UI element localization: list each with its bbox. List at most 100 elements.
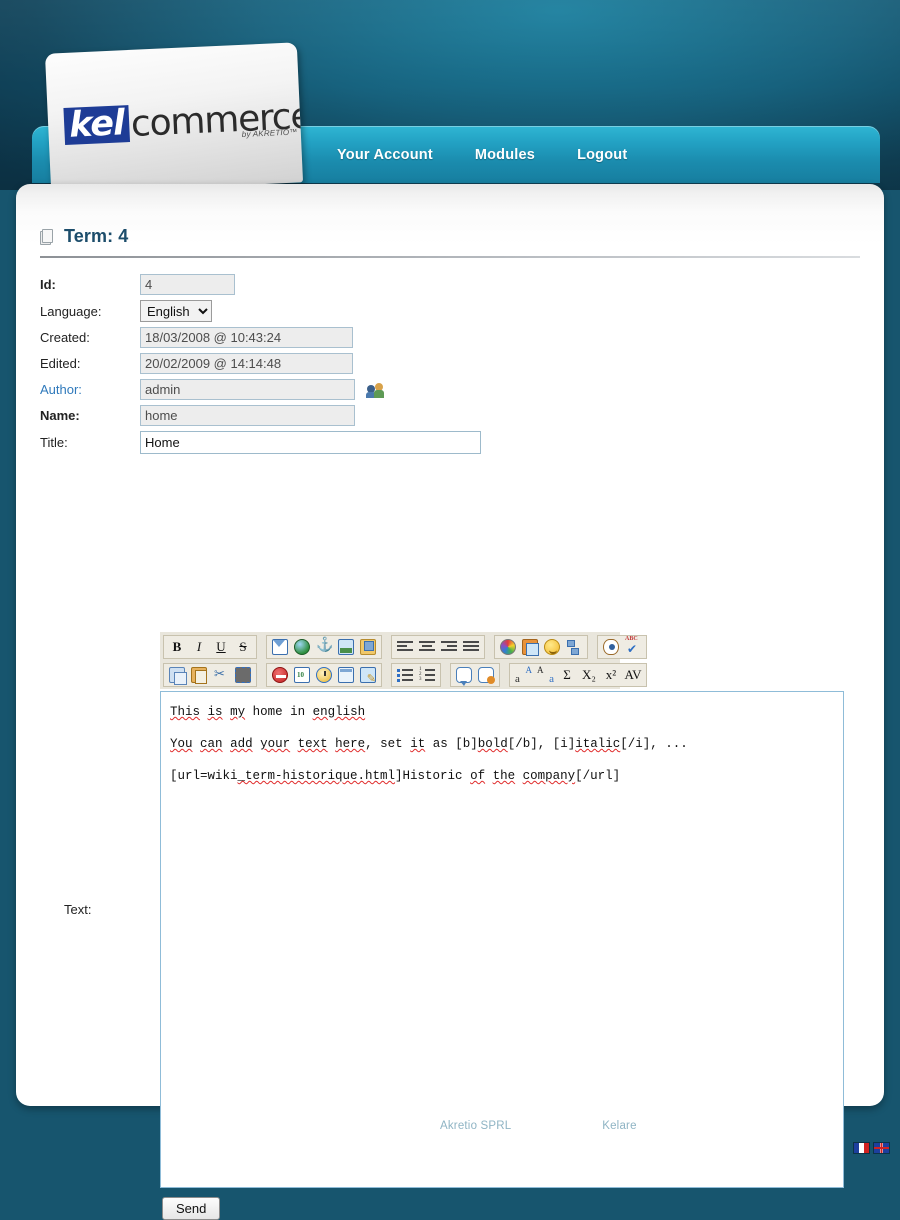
save-file-icon[interactable] (358, 637, 378, 657)
footer-sep-2: - (520, 1120, 524, 1132)
align-center-icon[interactable] (417, 637, 437, 657)
editor-toolbar: B I U S (160, 632, 620, 689)
toolbar-group-special (266, 663, 382, 687)
field-row-created: Created: (40, 327, 860, 348)
nav-logout[interactable]: Logout (577, 147, 627, 163)
calendar-month-icon[interactable] (336, 665, 356, 685)
superscript-icon[interactable]: x² (601, 665, 621, 685)
id-input[interactable] (140, 274, 235, 295)
label-created: Created: (40, 330, 140, 345)
calendar-icon[interactable] (292, 665, 312, 685)
toolbar-group-lists: 123 (391, 663, 441, 687)
created-input (140, 327, 353, 348)
site-footer: Kelare - Admin - © 2004-2009 Akretio SPR… (0, 1120, 900, 1132)
globe-link-icon[interactable] (292, 637, 312, 657)
kerning-icon[interactable]: AV (623, 665, 643, 685)
flag-english[interactable] (873, 1142, 890, 1154)
clock-icon[interactable] (314, 665, 334, 685)
sigma-icon[interactable]: Σ (557, 665, 577, 685)
footer-company: Akretio SPRL (440, 1120, 511, 1132)
nav-your-account[interactable]: Your Account (337, 147, 433, 163)
numbered-list-icon[interactable]: 123 (417, 665, 437, 685)
nav-links: Your Account Modules Logout (337, 126, 627, 183)
strikethrough-icon[interactable]: S (233, 637, 253, 657)
toolbar-group-quotes (450, 663, 500, 687)
quote-icon[interactable] (454, 665, 474, 685)
font-increase-icon[interactable] (513, 665, 533, 685)
author-input[interactable] (140, 379, 355, 400)
label-author[interactable]: Author: (40, 382, 140, 397)
bold-icon[interactable]: B (167, 637, 187, 657)
email-icon[interactable] (270, 637, 290, 657)
language-flags (853, 1142, 890, 1154)
tree-add-icon[interactable] (564, 637, 584, 657)
paste-icon[interactable] (189, 665, 209, 685)
footer-powered-name[interactable]: Kelare (602, 1120, 636, 1132)
field-row-edited: Edited: (40, 353, 860, 374)
text-editor-textarea[interactable]: This is my home in english You can add y… (160, 691, 844, 1188)
cut-icon[interactable] (211, 665, 231, 685)
underline-icon[interactable]: U (211, 637, 231, 657)
subscript-icon[interactable]: X₂ (579, 665, 599, 685)
bullet-list-icon[interactable] (395, 665, 415, 685)
label-language: Language: (40, 304, 140, 319)
image-gallery-icon[interactable] (520, 637, 540, 657)
editor-toolbar-wrap: B I U S (160, 632, 844, 689)
spellcheck-icon[interactable] (623, 637, 643, 657)
select-user-icon[interactable] (367, 382, 385, 398)
send-button[interactable]: Send (162, 1197, 220, 1220)
page-title: Term: 4 (64, 226, 128, 247)
copy-icon[interactable] (167, 665, 187, 685)
edited-input (140, 353, 353, 374)
page-title-row: Term: 4 (40, 226, 128, 247)
document-icon (40, 228, 56, 246)
site-header: Your Account Modules Logout kel commerce… (0, 0, 900, 190)
title-divider (40, 256, 860, 258)
footer-sep-1: - (355, 1120, 359, 1132)
term-form: Id: Language: English Created: Edited: A… (40, 274, 860, 459)
field-row-id: Id: (40, 274, 860, 295)
footer-copyright: © 2004-2009 (368, 1120, 437, 1132)
toolbar-group-format: B I U S (163, 635, 257, 659)
name-input[interactable] (140, 405, 355, 426)
smiley-icon[interactable] (542, 637, 562, 657)
footer-app: Kelare - Admin (263, 1120, 347, 1132)
align-right-icon[interactable] (439, 637, 459, 657)
footer-powered-label: Powered by (532, 1120, 599, 1132)
toolbar-group-clipboard (163, 663, 257, 687)
label-text: Text: (64, 902, 91, 917)
align-justify-icon[interactable] (461, 637, 481, 657)
content-panel: Term: 4 Id: Language: English Created: E… (16, 184, 884, 1106)
label-name: Name: (40, 408, 140, 423)
toolbar-group-align (391, 635, 485, 659)
color-palette-icon[interactable] (498, 637, 518, 657)
nav-modules[interactable]: Modules (475, 147, 535, 163)
toolbar-row-1: B I U S (163, 635, 618, 659)
toolbar-group-insert (266, 635, 382, 659)
no-entry-icon[interactable] (270, 665, 290, 685)
label-title: Title: (40, 435, 140, 450)
anchor-icon[interactable] (314, 637, 334, 657)
field-row-author: Author: (40, 379, 860, 400)
field-row-title: Title: (40, 431, 860, 454)
field-row-language: Language: English (40, 300, 860, 322)
toolbar-group-typography: Σ X₂ x² AV (509, 663, 647, 687)
italic-icon[interactable]: I (189, 637, 209, 657)
select-all-icon[interactable] (233, 665, 253, 685)
logo-mark: kel (63, 105, 129, 145)
image-icon[interactable] (336, 637, 356, 657)
label-id: Id: (40, 277, 140, 292)
label-edited: Edited: (40, 356, 140, 371)
font-decrease-icon[interactable] (535, 665, 555, 685)
field-row-name: Name: (40, 405, 860, 426)
language-select[interactable]: English (140, 300, 212, 322)
form-edit-icon[interactable] (358, 665, 378, 685)
align-left-icon[interactable] (395, 637, 415, 657)
preview-eye-icon[interactable] (601, 637, 621, 657)
logo-card[interactable]: kel commerce by AKRETIO™ (45, 42, 303, 190)
toolbar-row-2: 123 Σ X₂ x² AV (163, 663, 618, 687)
toolbar-group-media (494, 635, 588, 659)
title-input[interactable] (140, 431, 481, 454)
flag-french[interactable] (853, 1142, 870, 1154)
quote-remove-icon[interactable] (476, 665, 496, 685)
